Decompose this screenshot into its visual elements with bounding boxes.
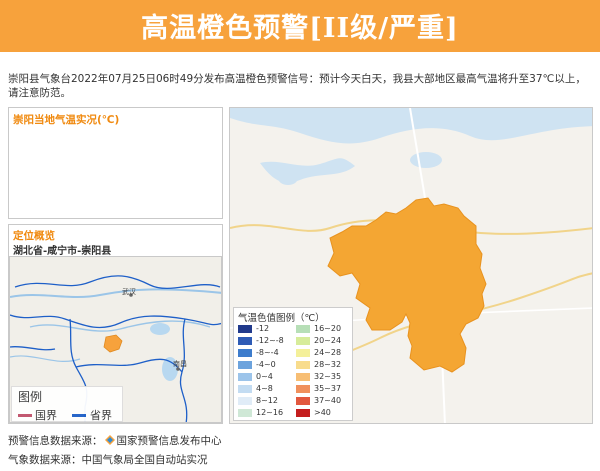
warning-description: 崇阳县气象台2022年07月25日06时49分发布高温橙色预警信号：预计今天白天… bbox=[8, 73, 586, 99]
temperature-legend-label: 37~40 bbox=[314, 396, 342, 405]
warning-source: 预警信息数据来源： 国家预警信息发布中心 bbox=[8, 433, 222, 448]
temperature-legend-label: >40 bbox=[314, 408, 331, 417]
temperature-legend-swatch bbox=[296, 349, 310, 357]
temperature-legend-swatch bbox=[296, 397, 310, 405]
temperature-legend-label: 28~32 bbox=[314, 360, 342, 369]
warning-center-logo-icon bbox=[104, 435, 115, 445]
temperature-legend-label: 4~8 bbox=[256, 384, 273, 393]
boundary-legend-title: 图例 bbox=[18, 390, 43, 404]
page-title: 高温橙色预警[II级/严重] bbox=[141, 13, 459, 44]
national-border-swatch bbox=[18, 414, 32, 417]
province-border-swatch bbox=[72, 414, 86, 417]
temperature-legend-swatch bbox=[238, 361, 252, 369]
temperature-legend-swatch bbox=[296, 337, 310, 345]
temperature-legend-label: 35~37 bbox=[314, 384, 342, 393]
map-label-wuhan: 武汉 bbox=[122, 288, 136, 296]
temperature-panel: 崇阳当地气温实况(℃) bbox=[8, 107, 223, 219]
warning-source-label: 预警信息数据来源： bbox=[8, 435, 103, 447]
temperature-legend-label: -8~-4 bbox=[256, 348, 279, 357]
temperature-legend-label: 12~16 bbox=[256, 408, 284, 417]
temperature-legend-label: 32~35 bbox=[314, 372, 342, 381]
temperature-legend-label: 24~28 bbox=[314, 348, 342, 357]
temperature-legend-swatch bbox=[296, 325, 310, 333]
temperature-legend-label: 20~24 bbox=[314, 336, 342, 345]
temperature-legend-title: 气温色值图例（℃） bbox=[238, 313, 325, 324]
location-panel-title: 定位概览 bbox=[13, 230, 55, 242]
weather-source: 气象数据来源：中国气象局全国自动站实况 bbox=[8, 454, 208, 466]
national-border-label: 国界 bbox=[35, 409, 57, 422]
temperature-legend-label: 8~12 bbox=[256, 396, 278, 405]
temperature-legend-label: -12~-8 bbox=[256, 336, 284, 345]
temperature-legend-swatch bbox=[238, 373, 252, 381]
temperature-legend-swatch bbox=[238, 409, 252, 417]
temperature-legend-label: -4~0 bbox=[256, 360, 276, 369]
temperature-legend-swatch bbox=[238, 337, 252, 345]
province-border-label: 省界 bbox=[90, 409, 112, 422]
publish-time: 发布时间：2022-07-25 06:52:30 bbox=[172, 56, 314, 66]
temperature-legend-swatch bbox=[238, 385, 252, 393]
publish-meta: 发布时间：2022-07-25 06:52:30 发布单位：崇阳县气象台 bbox=[0, 53, 600, 66]
temperature-legend-swatch bbox=[238, 349, 252, 357]
publisher: 发布单位：崇阳县气象台 bbox=[328, 56, 428, 66]
temperature-panel-title: 崇阳当地气温实况(℃) bbox=[13, 114, 120, 126]
temperature-legend-swatch bbox=[296, 409, 310, 417]
temperature-legend-label: 0~4 bbox=[256, 372, 273, 381]
temperature-legend-swatch bbox=[238, 397, 252, 405]
temperature-legend-swatch bbox=[238, 325, 252, 333]
temperature-legend-swatch bbox=[296, 373, 310, 381]
warning-source-name[interactable]: 国家预警信息发布中心 bbox=[117, 435, 222, 447]
temperature-legend-swatch bbox=[296, 385, 310, 393]
temperature-legend-label: -12 bbox=[256, 324, 270, 333]
temperature-legend-label: 16~20 bbox=[314, 324, 342, 333]
map-label-nanchang: 南昌 bbox=[173, 360, 187, 368]
location-path: 湖北省-咸宁市-崇阳县 bbox=[13, 246, 112, 257]
temperature-legend-swatch bbox=[296, 361, 310, 369]
temperature-color-legend: 气温色值图例（℃） -12 -12~-8 -8~-4 -4~0 0~4 4~8 8~12 12… bbox=[233, 307, 353, 421]
boundary-legend: 图例 国界 省界 bbox=[11, 386, 123, 422]
